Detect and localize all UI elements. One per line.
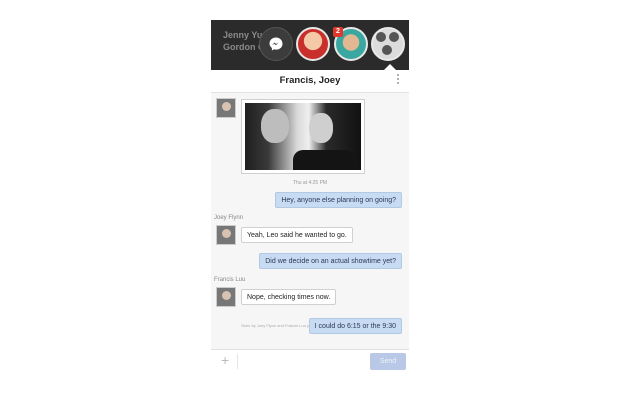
outgoing-message[interactable]: Hey, anyone else planning on going? (275, 192, 402, 208)
group-chat-head[interactable] (371, 27, 405, 61)
group-member-avatar (376, 32, 386, 42)
sender-name: Joey Flynn (214, 215, 244, 221)
conversation-title: Francis, Joey (279, 75, 341, 86)
group-member-avatar (382, 45, 392, 55)
messenger-chat-head[interactable] (259, 27, 293, 61)
conversation-header: Francis, Joey (211, 70, 409, 93)
photo-person (309, 113, 333, 143)
shared-photo[interactable] (241, 99, 365, 174)
more-options-icon[interactable] (397, 74, 400, 84)
message-composer: + Send (211, 349, 409, 372)
sender-avatar (216, 98, 236, 118)
photo-clothing (293, 150, 355, 170)
messenger-icon (269, 37, 283, 51)
sender-avatar (216, 225, 236, 245)
sender-avatar (216, 287, 236, 307)
plus-icon[interactable]: + (221, 352, 229, 368)
photo-image (245, 103, 361, 170)
outgoing-message[interactable]: Did we decide on an actual showtime yet? (259, 253, 402, 269)
chat-head-avatar[interactable] (296, 27, 330, 61)
message-timestamp: Thu at 4:25 PM (292, 180, 328, 186)
photo-person (261, 109, 289, 143)
outgoing-message[interactable]: I could do 6:15 or the 9:30 (308, 318, 402, 334)
chat-heads-bar: Jenny Yua Gordon C 2 (211, 20, 409, 70)
unread-badge: 2 (333, 27, 343, 37)
message-thread[interactable]: Thu at 4:25 PM Hey, anyone else planning… (211, 93, 409, 349)
composer-divider (237, 354, 238, 369)
incoming-message[interactable]: Yeah, Leo said he wanted to go. (241, 227, 353, 243)
incoming-message[interactable]: Nope, checking times now. (241, 289, 337, 305)
phone-screen: Jenny Yua Gordon C 2 Francis, Joey Thu a… (211, 20, 409, 372)
sender-name: Francis Luu (214, 277, 246, 283)
group-member-avatar (389, 32, 399, 42)
send-button[interactable]: Send (370, 353, 406, 370)
